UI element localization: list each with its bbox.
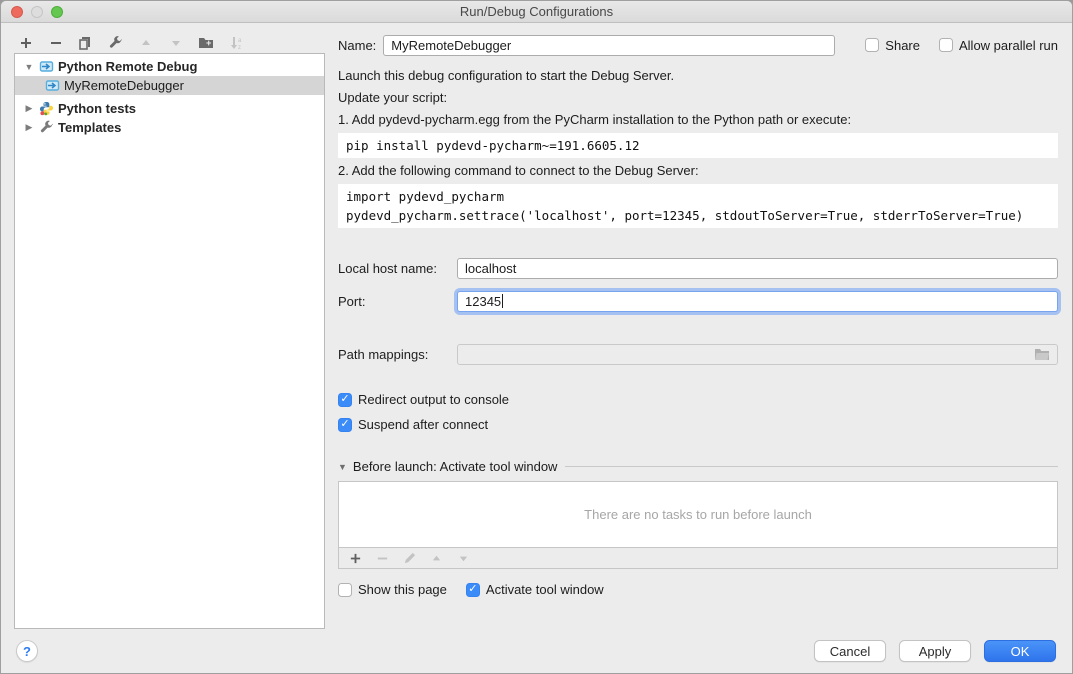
name-label: Name: [338, 38, 376, 53]
copy-configuration-icon[interactable] [77, 35, 94, 52]
local-host-name-label: Local host name: [338, 261, 457, 276]
redirect-output-label: Redirect output to console [358, 392, 509, 407]
redirect-output-checkbox[interactable] [338, 393, 352, 407]
path-mappings-label: Path mappings: [338, 347, 457, 362]
remote-debug-icon [38, 59, 54, 75]
tree-item-label: MyRemoteDebugger [64, 78, 184, 93]
configurations-tree: ▼ Python Remote Debug MyRemoteDebugger ▶ [14, 53, 325, 629]
python-tests-icon [38, 101, 54, 117]
remove-configuration-icon[interactable] [47, 35, 64, 52]
pip-install-code: pip install pydevd-pycharm~=191.6605.12 [338, 133, 1058, 158]
text-caret [502, 294, 503, 308]
port-label: Port: [338, 294, 457, 309]
allow-parallel-run-label: Allow parallel run [959, 38, 1058, 53]
add-task-icon[interactable] [348, 551, 363, 566]
tree-item-label: Python tests [58, 101, 136, 116]
move-task-up-icon[interactable] [429, 551, 444, 566]
configuration-form: Name: Share Allow parallel run Launch th… [338, 34, 1058, 597]
tree-item-python-tests[interactable]: ▶ Python tests [15, 99, 324, 118]
configurations-toolbar: az [17, 34, 244, 52]
before-launch-task-list: There are no tasks to run before launch [338, 481, 1058, 569]
instruction-line-2: Update your script: [338, 88, 1058, 107]
instruction-step-1: 1. Add pydevd-pycharm.egg from the PyCha… [338, 110, 1058, 129]
wrench-icon [38, 120, 54, 136]
apply-button[interactable]: Apply [899, 640, 971, 662]
new-folder-icon[interactable] [197, 35, 214, 52]
section-divider [565, 466, 1058, 467]
instruction-line-1: Launch this debug configuration to start… [338, 66, 1058, 85]
expanded-arrow-icon[interactable]: ▼ [23, 62, 35, 72]
suspend-after-connect-checkbox[interactable] [338, 418, 352, 432]
share-label: Share [885, 38, 920, 53]
before-launch-toolbar [339, 547, 1057, 568]
before-launch-section-header[interactable]: ▼ Before launch: Activate tool window [338, 459, 1058, 474]
svg-text:a: a [238, 38, 242, 44]
remove-task-icon[interactable] [375, 551, 390, 566]
suspend-after-connect-label: Suspend after connect [358, 417, 488, 432]
allow-parallel-run-checkbox[interactable] [939, 38, 953, 52]
cancel-button[interactable]: Cancel [814, 640, 886, 662]
sort-alphabetically-icon[interactable]: az [227, 35, 244, 52]
tree-item-python-remote-debug[interactable]: ▼ Python Remote Debug [15, 57, 324, 76]
remote-debug-icon [44, 78, 60, 94]
move-down-icon[interactable] [167, 35, 184, 52]
activate-tool-window-label: Activate tool window [486, 582, 604, 597]
before-launch-empty-text: There are no tasks to run before launch [339, 482, 1057, 547]
move-up-icon[interactable] [137, 35, 154, 52]
tree-item-templates[interactable]: ▶ Templates [15, 118, 324, 137]
show-this-page-checkbox[interactable] [338, 583, 352, 597]
move-task-down-icon[interactable] [456, 551, 471, 566]
instruction-step-2: 2. Add the following command to connect … [338, 161, 1058, 180]
ok-button[interactable]: OK [984, 640, 1056, 662]
svg-text:z: z [238, 45, 241, 51]
edit-task-pencil-icon[interactable] [402, 551, 417, 566]
collapsed-arrow-icon[interactable]: ▶ [23, 122, 35, 133]
add-configuration-icon[interactable] [17, 35, 34, 52]
activate-tool-window-checkbox[interactable] [466, 583, 480, 597]
before-launch-title: Before launch: Activate tool window [353, 459, 558, 474]
edit-templates-wrench-icon[interactable] [107, 35, 124, 52]
tree-item-label: Templates [58, 120, 121, 135]
name-input[interactable] [383, 35, 835, 56]
tree-item-label: Python Remote Debug [58, 59, 197, 74]
help-button[interactable]: ? [16, 640, 38, 662]
window-title: Run/Debug Configurations [1, 4, 1072, 19]
run-debug-configurations-dialog: Run/Debug Configurations az ▼ [0, 0, 1073, 674]
settrace-code: import pydevd_pycharm pydevd_pycharm.set… [338, 184, 1058, 228]
share-checkbox[interactable] [865, 38, 879, 52]
port-value: 12345 [465, 294, 501, 309]
tree-item-myremotedebugger[interactable]: MyRemoteDebugger [15, 76, 324, 95]
settrace-code-line-1: import pydevd_pycharm [346, 187, 1050, 206]
show-this-page-label: Show this page [358, 582, 447, 597]
path-mappings-input[interactable] [457, 344, 1058, 365]
local-host-name-input[interactable] [457, 258, 1058, 279]
settrace-code-line-2: pydevd_pycharm.settrace('localhost', por… [346, 206, 1050, 225]
collapsed-arrow-icon[interactable]: ▶ [23, 103, 35, 114]
section-expanded-arrow-icon: ▼ [338, 462, 347, 472]
port-input[interactable]: 12345 [457, 291, 1058, 312]
browse-folder-icon[interactable] [1034, 347, 1050, 361]
title-bar: Run/Debug Configurations [1, 1, 1072, 23]
